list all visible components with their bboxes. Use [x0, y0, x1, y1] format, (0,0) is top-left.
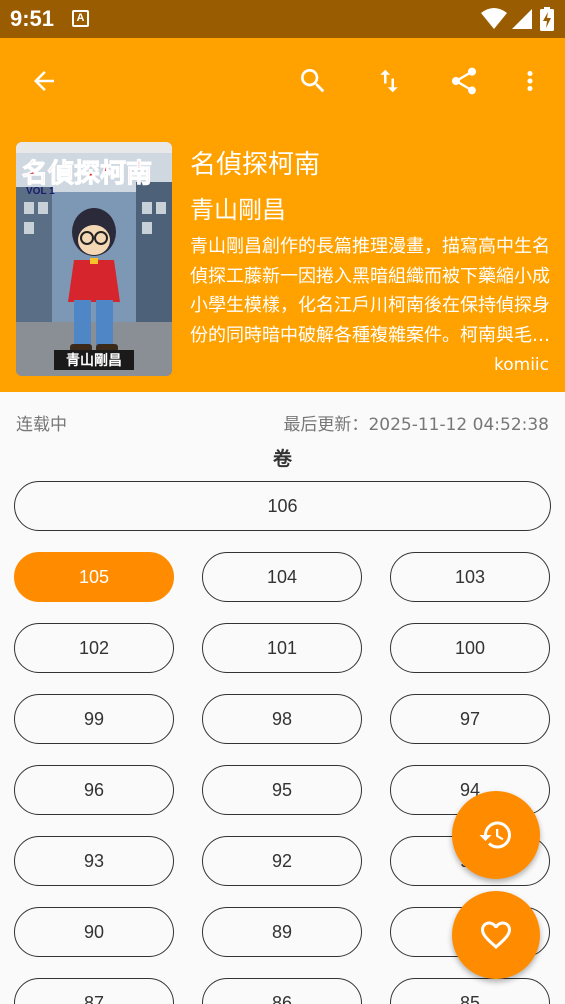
sort-button[interactable] — [365, 57, 413, 105]
search-button[interactable] — [289, 57, 337, 105]
more-button[interactable] — [506, 57, 554, 105]
signal-icon — [512, 9, 532, 29]
volume-chip-103[interactable]: 103 — [390, 552, 550, 602]
volume-chip-102[interactable]: 102 — [14, 623, 174, 673]
favorite-fab[interactable] — [452, 891, 540, 979]
history-fab[interactable] — [452, 791, 540, 879]
cover-volume: VOL 1 — [26, 186, 55, 197]
serial-status: 连载中 — [16, 415, 67, 435]
comic-header: 名偵探柯南 VOL 1 青山剛昌 名偵探柯南 青山剛昌 青山剛昌創作的長篇推理漫… — [0, 38, 565, 392]
comic-source: komiic — [494, 355, 549, 375]
last-update-label: 最后更新： — [283, 415, 369, 435]
volume-chip-104[interactable]: 104 — [202, 552, 362, 602]
volume-chip-99[interactable]: 99 — [14, 694, 174, 744]
sort-icon — [380, 69, 398, 93]
comic-title: 名偵探柯南 — [190, 150, 321, 180]
more-vert-icon — [527, 71, 533, 91]
status-time: 9:51 — [10, 6, 55, 31]
last-update: 最后更新：2025-11-12 04:52:38 — [283, 410, 549, 435]
volume-chip-85[interactable]: 85 — [390, 978, 550, 1004]
search-icon — [301, 69, 325, 93]
comic-cover[interactable]: 名偵探柯南 VOL 1 青山剛昌 — [16, 142, 172, 376]
volume-chip-96[interactable]: 96 — [14, 765, 174, 815]
battery-charging-icon — [540, 7, 554, 31]
back-button[interactable] — [20, 57, 68, 105]
status-bar: 9:51 A — [0, 0, 565, 38]
volume-chip-95[interactable]: 95 — [202, 765, 362, 815]
volume-chip-100[interactable]: 100 — [390, 623, 550, 673]
volume-chip-93[interactable]: 93 — [14, 836, 174, 886]
volume-chip-98[interactable]: 98 — [202, 694, 362, 744]
volume-chip-86[interactable]: 86 — [202, 978, 362, 1004]
section-title-volumes: 卷 — [272, 448, 292, 470]
wifi-icon — [481, 8, 507, 29]
cover-logo: 名偵探柯南 — [22, 158, 152, 189]
heart-outline-icon — [481, 921, 511, 950]
volume-chip-top[interactable]: 106 — [14, 481, 551, 531]
history-icon — [479, 821, 511, 849]
share-button[interactable] — [440, 57, 488, 105]
comic-description[interactable]: 青山剛昌創作的長篇推理漫畫，描寫高中生名偵探工藤新一因捲入黑暗組織而被下藥縮小成… — [190, 232, 550, 350]
info-row: 连载中 最后更新：2025-11-12 04:52:38 — [0, 392, 565, 450]
volume-chip-101[interactable]: 101 — [202, 623, 362, 673]
notification-a-icon: A — [72, 10, 89, 27]
volume-chip-97[interactable]: 97 — [390, 694, 550, 744]
volume-chip-92[interactable]: 92 — [202, 836, 362, 886]
comic-author[interactable]: 青山剛昌 — [190, 190, 286, 225]
last-update-value: 2025-11-12 04:52:38 — [368, 415, 549, 435]
share-icon — [452, 67, 476, 95]
back-arrow-icon — [34, 71, 54, 91]
cover-author: 青山剛昌 — [66, 352, 122, 369]
cover-illustration: 名偵探柯南 VOL 1 青山剛昌 — [16, 142, 172, 376]
volume-chip-87[interactable]: 87 — [14, 978, 174, 1004]
volume-chip-89[interactable]: 89 — [202, 907, 362, 957]
volume-chip-105[interactable]: 105 — [14, 552, 174, 602]
volume-chip-90[interactable]: 90 — [14, 907, 174, 957]
